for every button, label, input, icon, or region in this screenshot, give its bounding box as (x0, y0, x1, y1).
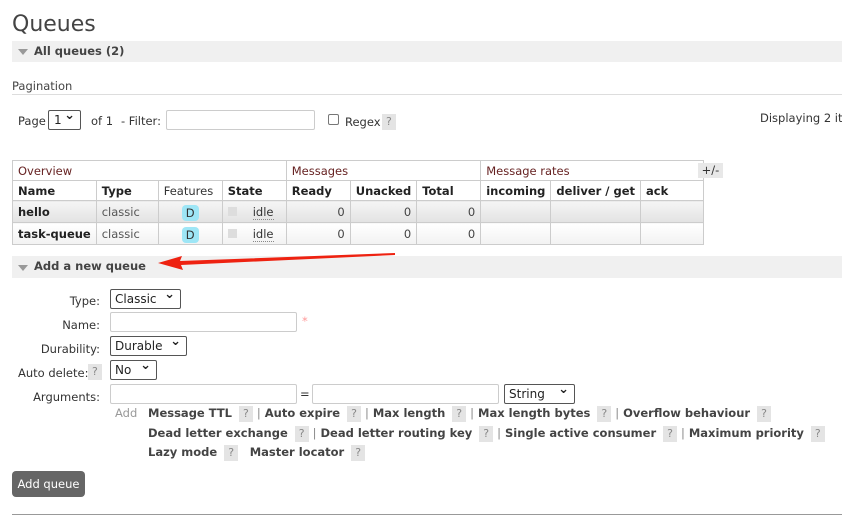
required-asterisk: * (302, 314, 308, 328)
argument-shortcut-link[interactable]: Max length bytes (478, 406, 590, 420)
help-button[interactable]: ? (663, 425, 677, 442)
help-button[interactable]: ? (294, 425, 309, 442)
argument-shortcut-link[interactable]: Dead letter routing key (320, 426, 472, 440)
help-button[interactable]: ? (757, 406, 771, 422)
name-input[interactable] (110, 312, 297, 332)
separator: | (497, 425, 502, 440)
auto-delete-help-button[interactable]: ? (88, 364, 102, 380)
help-button[interactable]: ? (239, 406, 253, 422)
separator (242, 445, 246, 459)
separator: | (256, 406, 261, 420)
arguments-label: Arguments: (33, 390, 100, 404)
argument-shortcut-link[interactable]: Maximum priority (689, 426, 804, 440)
argument-type-value: String (509, 387, 545, 401)
argument-value-input[interactable] (312, 384, 499, 404)
argument-shortcuts: Message TTL? | Auto expire? | Max length? | Ma… (148, 404, 825, 463)
argument-key-input[interactable] (110, 384, 297, 404)
auto-delete-value: No (115, 363, 132, 377)
separator: | (470, 406, 475, 420)
name-label: Name: (62, 318, 100, 332)
auto-delete-label: Auto delete: (18, 366, 89, 380)
argument-shortcut-link[interactable]: Master locator (250, 445, 345, 459)
argument-shortcut-link[interactable]: Auto expire (265, 406, 340, 420)
help-button[interactable]: ? (351, 445, 366, 461)
auto-delete-select[interactable]: No (110, 357, 157, 380)
type-select[interactable]: Classic (110, 286, 181, 309)
separator: | (680, 425, 685, 440)
argument-type-select[interactable]: String (504, 381, 575, 404)
separator: | (615, 406, 620, 420)
help-button[interactable]: ? (224, 445, 239, 461)
equals-sign: = (300, 387, 310, 401)
durability-select[interactable]: Durable (110, 333, 187, 356)
help-button[interactable]: ? (597, 406, 612, 422)
add-argument-button[interactable]: Add (115, 406, 137, 420)
argument-shortcut-link[interactable]: Single active consumer (505, 426, 656, 440)
help-button[interactable]: ? (347, 406, 361, 422)
separator: | (312, 425, 317, 440)
argument-shortcut-link[interactable]: Max length (373, 406, 445, 420)
type-value: Classic (115, 292, 157, 306)
argument-shortcut-link[interactable]: Overflow behaviour (623, 406, 750, 420)
help-button[interactable]: ? (479, 425, 494, 442)
divider (12, 514, 842, 515)
argument-shortcut-link[interactable]: Lazy mode (148, 445, 217, 459)
type-label: Type: (69, 294, 100, 308)
durability-label: Durability: (40, 342, 100, 356)
separator: | (364, 406, 369, 420)
argument-shortcut-link[interactable]: Message TTL (148, 406, 232, 420)
argument-shortcut-link[interactable]: Dead letter exchange (148, 426, 288, 440)
add-queue-button[interactable]: Add queue (12, 471, 85, 497)
help-button[interactable]: ? (810, 425, 825, 442)
durability-value: Durable (115, 339, 163, 353)
help-button[interactable]: ? (452, 406, 467, 422)
